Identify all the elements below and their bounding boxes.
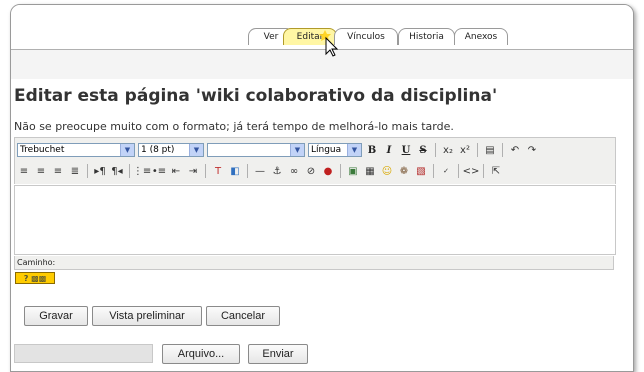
font-family-select[interactable]: Trebuchet ▼ (17, 143, 135, 157)
search-replace-icon[interactable]: ▧ (414, 164, 428, 178)
page-title: Editar esta página 'wiki colaborativo da… (14, 86, 498, 106)
indent-icon[interactable]: ⇥ (186, 164, 200, 178)
bold-button[interactable]: B (365, 142, 379, 158)
anchor-icon[interactable]: ⚓ (270, 164, 284, 178)
underline-button[interactable]: U (399, 142, 413, 158)
save-button[interactable]: Gravar (24, 306, 88, 326)
toolbar-separator (477, 143, 478, 157)
toolbar-separator (433, 164, 434, 178)
redo-icon[interactable]: ↷ (525, 143, 539, 157)
html-source-icon[interactable]: <> (463, 164, 480, 178)
fullscreen-icon[interactable]: ⇱ (489, 164, 503, 178)
tab-ver-label: Ver (263, 32, 279, 42)
align-center-icon[interactable]: ≡ (34, 164, 48, 178)
path-label: Caminho: (17, 258, 56, 267)
toolbar-row-2: ≡ ≡ ≡ ≣ ▸¶ ¶◂ ⋮≡ •≡ ⇤ ⇥ T ◧ — ⚓ ∞ ⊘ ● ▣ … (17, 161, 503, 181)
upload-button[interactable]: Enviar (248, 344, 308, 364)
browse-file-button[interactable]: Arquivo... (162, 344, 240, 364)
path-bar: Caminho: (14, 256, 614, 270)
italic-button[interactable]: I (382, 142, 396, 158)
tab-historia-label: Historia (409, 32, 444, 42)
toolbar-separator (502, 143, 503, 157)
align-left-icon[interactable]: ≡ (17, 164, 31, 178)
superscript-icon[interactable]: x² (458, 143, 472, 157)
chevron-down-icon: ▼ (347, 144, 361, 156)
cancel-button[interactable]: Cancelar (206, 306, 280, 326)
font-size-select[interactable]: 1 (8 pt) ▼ (138, 143, 204, 157)
tab-anexos-label: Anexos (464, 32, 498, 42)
ordered-list-icon[interactable]: ⋮≡ (133, 164, 151, 178)
help-icon[interactable]: ? ▩▩ (15, 272, 55, 284)
preview-button[interactable]: Vista preliminar (92, 306, 202, 326)
toolbar-separator (458, 164, 459, 178)
toolbar-row-1: Trebuchet ▼ 1 (8 pt) ▼ ▼ Língua ▼ B I U … (17, 140, 539, 160)
tab-vinculos-label: Vínculos (347, 32, 385, 42)
insert-table-icon[interactable]: ▦ (363, 164, 377, 178)
toolbar-separator (340, 164, 341, 178)
language-select[interactable]: Língua ▼ (308, 143, 362, 157)
chevron-down-icon: ▼ (189, 144, 203, 156)
mouse-pointer-icon (319, 30, 338, 57)
insert-image-icon[interactable]: ▣ (346, 164, 360, 178)
unordered-list-icon[interactable]: •≡ (152, 164, 166, 178)
nolink-icon[interactable]: ● (321, 164, 335, 178)
tab-historia[interactable]: Historia (398, 28, 455, 45)
rtl-direction-icon[interactable]: ¶◂ (110, 164, 124, 178)
text-color-icon[interactable]: T (211, 164, 225, 178)
language-value: Língua (311, 145, 342, 155)
clean-word-icon[interactable]: ▤ (483, 143, 497, 157)
font-family-value: Trebuchet (20, 145, 65, 155)
toolbar-separator (87, 164, 88, 178)
editor-toolbar: Trebuchet ▼ 1 (8 pt) ▼ ▼ Língua ▼ B I U … (14, 137, 616, 184)
unlink-icon[interactable]: ⊘ (304, 164, 318, 178)
file-path-input[interactable] (14, 344, 153, 363)
edit-hint: Não se preocupe muito com o formato; já … (14, 120, 454, 133)
toolbar-separator (205, 164, 206, 178)
toolbar-separator (435, 143, 436, 157)
smiley-icon[interactable]: ☺ (380, 164, 394, 178)
outdent-icon[interactable]: ⇤ (169, 164, 183, 178)
chevron-down-icon: ▼ (120, 144, 134, 156)
special-chars-icon[interactable]: ❁ (397, 164, 411, 178)
align-right-icon[interactable]: ≡ (51, 164, 65, 178)
ltr-direction-icon[interactable]: ▸¶ (93, 164, 107, 178)
help-label: ? (23, 273, 29, 283)
toolbar-separator (247, 164, 248, 178)
align-justify-icon[interactable]: ≣ (68, 164, 82, 178)
undo-icon[interactable]: ↶ (508, 143, 522, 157)
format-select[interactable]: ▼ (207, 143, 305, 157)
font-size-value: 1 (8 pt) (141, 145, 175, 155)
tab-anexos[interactable]: Anexos (454, 28, 508, 45)
toolbar-separator (483, 164, 484, 178)
chevron-down-icon: ▼ (290, 144, 304, 156)
wiki-editor-area[interactable] (14, 185, 616, 255)
horizontal-rule-icon[interactable]: — (253, 164, 267, 178)
strikethrough-button[interactable]: S (416, 142, 430, 158)
background-color-icon[interactable]: ◧ (228, 164, 242, 178)
link-icon[interactable]: ∞ (287, 164, 301, 178)
tab-vinculos[interactable]: Vínculos (334, 28, 398, 45)
toolbar-separator (129, 164, 130, 178)
spellcheck-icon[interactable]: ✓ (439, 164, 453, 178)
subscript-icon[interactable]: x₂ (441, 143, 455, 157)
